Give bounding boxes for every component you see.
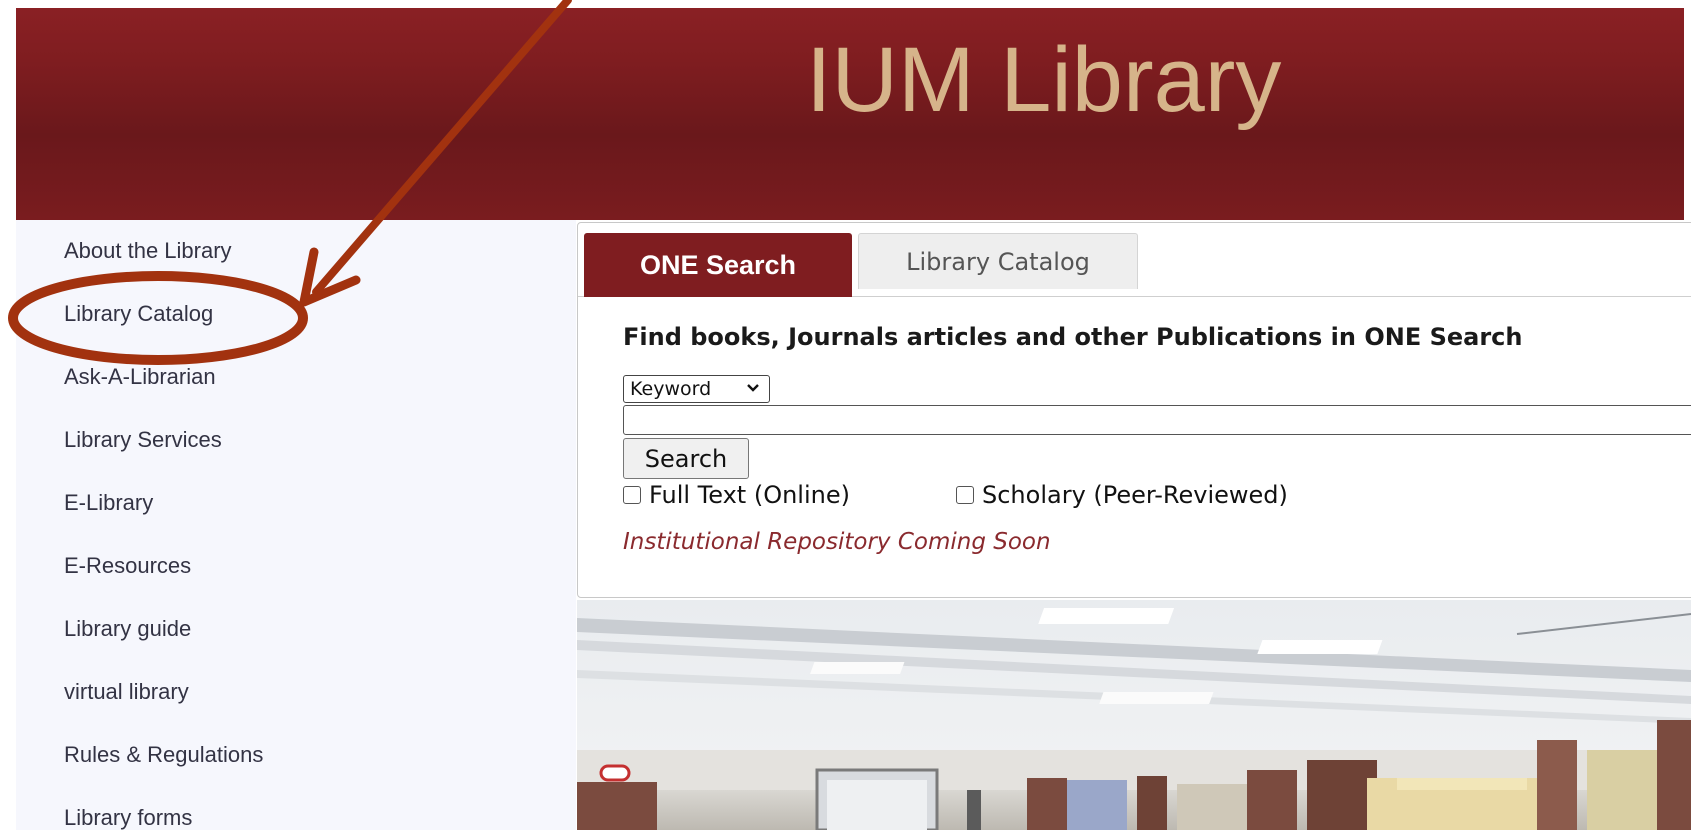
- filter-scholarly: Scholary (Peer-Reviewed): [956, 481, 1288, 509]
- filter-full-text: Full Text (Online): [623, 481, 850, 509]
- sidebar-nav: About the Library Library Catalog Ask-A-…: [16, 220, 576, 830]
- sidebar-item-library-guide[interactable]: Library guide: [64, 616, 191, 642]
- chevron-down-icon: [747, 384, 759, 392]
- sidebar-item-virtual-library[interactable]: virtual library: [64, 679, 189, 705]
- sidebar-item-library-catalog[interactable]: Library Catalog: [64, 301, 213, 327]
- tab-library-catalog[interactable]: Library Catalog: [858, 233, 1138, 289]
- scholarly-checkbox[interactable]: [956, 486, 974, 504]
- page: IUM Library About the Library Library Ca…: [0, 0, 1691, 830]
- site-title: IUM Library: [806, 29, 1282, 131]
- sidebar-item-e-library[interactable]: E-Library: [64, 490, 153, 516]
- sidebar-item-about-the-library[interactable]: About the Library: [64, 238, 232, 264]
- sidebar-item-ask-a-librarian[interactable]: Ask-A-Librarian: [64, 364, 216, 390]
- full-text-label: Full Text (Online): [649, 481, 850, 509]
- full-text-checkbox[interactable]: [623, 486, 641, 504]
- search-panel: ONE Search Library Catalog Find books, J…: [577, 222, 1691, 598]
- scholarly-label: Scholary (Peer-Reviewed): [982, 481, 1288, 509]
- sidebar-item-library-forms[interactable]: Library forms: [64, 805, 192, 830]
- search-heading: Find books, Journals articles and other …: [623, 323, 1523, 351]
- search-type-select[interactable]: Keyword: [623, 375, 770, 403]
- library-interior-image: [577, 600, 1691, 830]
- search-button[interactable]: Search: [623, 438, 749, 479]
- header-banner: IUM Library: [16, 8, 1684, 220]
- search-input[interactable]: [623, 405, 1691, 435]
- search-type-selected-value: Keyword: [630, 378, 712, 400]
- sidebar-item-library-services[interactable]: Library Services: [64, 427, 222, 453]
- library-photo: [577, 600, 1691, 830]
- tab-one-search[interactable]: ONE Search: [584, 233, 852, 297]
- repository-notice[interactable]: Institutional Repository Coming Soon: [623, 529, 1051, 555]
- sidebar-item-rules-regulations[interactable]: Rules & Regulations: [64, 742, 263, 768]
- sidebar-item-e-resources[interactable]: E-Resources: [64, 553, 191, 579]
